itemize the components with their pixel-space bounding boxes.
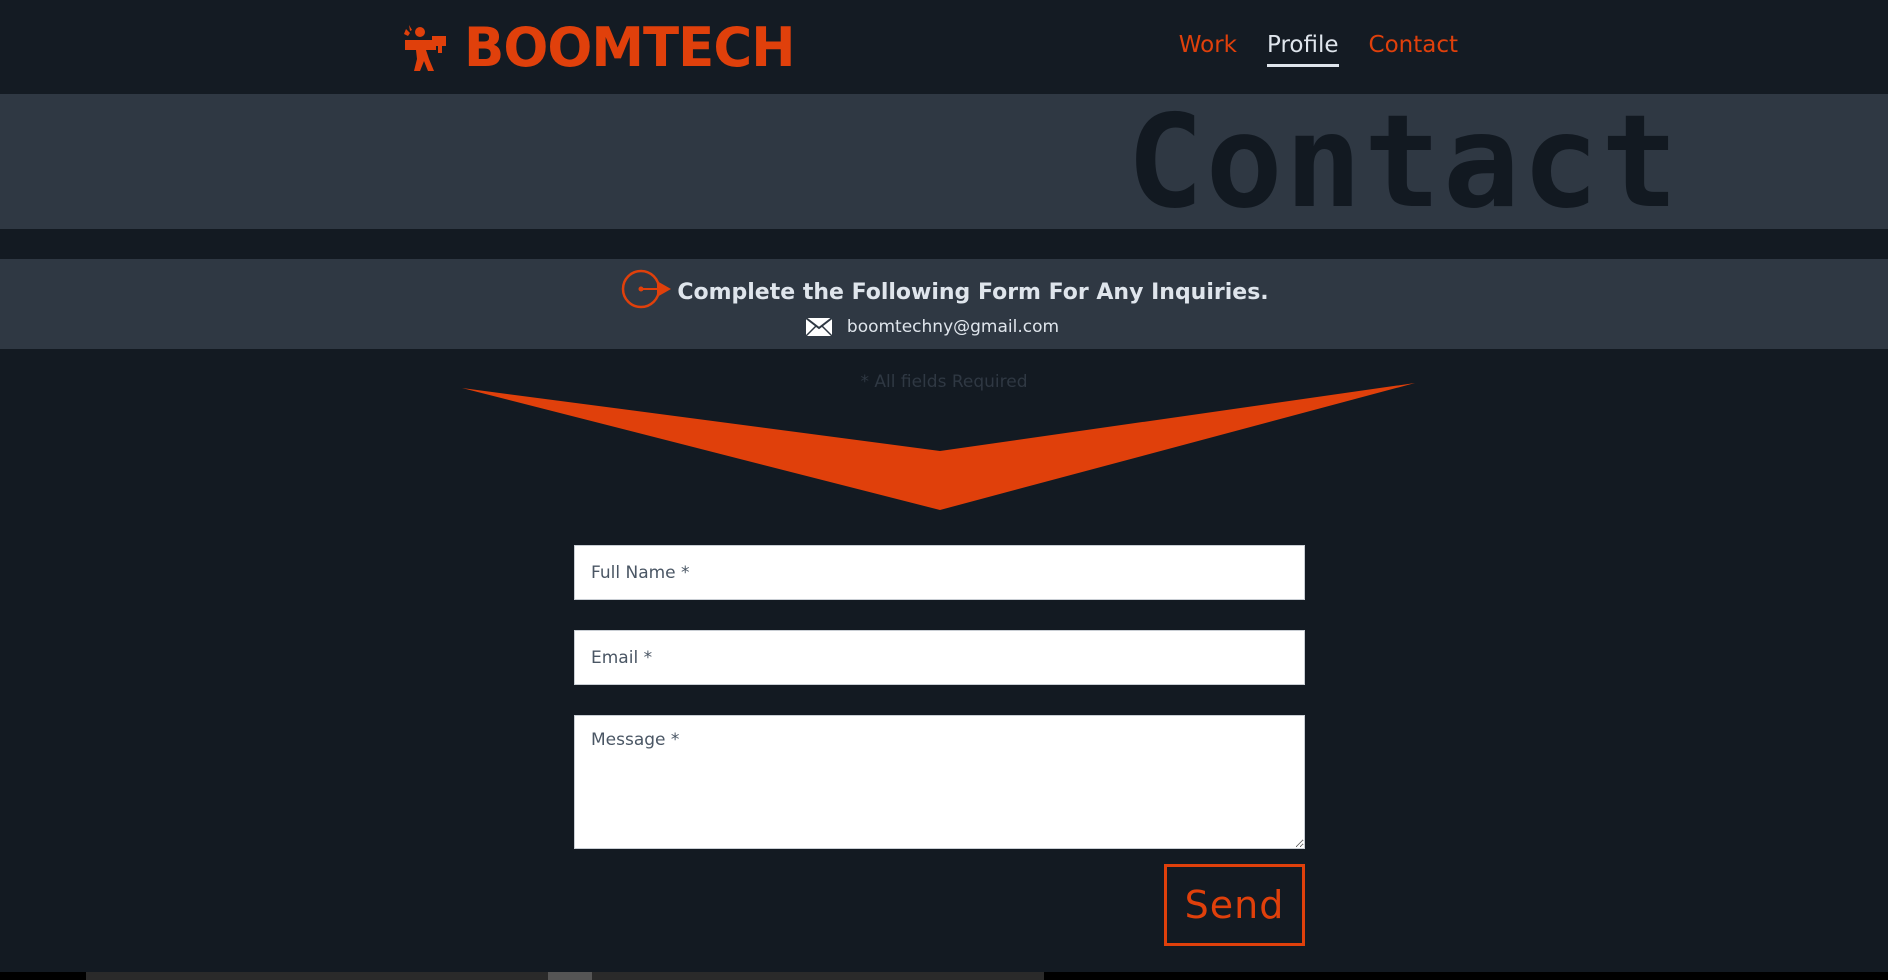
info-heading-row: Complete the Following Form For Any Inqu… xyxy=(0,267,1888,311)
nav-work[interactable]: Work xyxy=(1179,32,1237,67)
envelope-icon xyxy=(805,317,833,337)
horizontal-scrollbar-thumb[interactable] xyxy=(548,972,592,980)
brand-logo[interactable]: BOOMTECH xyxy=(402,20,801,76)
email-row: boomtechny@gmail.com xyxy=(0,317,1888,337)
nav-contact[interactable]: Contact xyxy=(1369,32,1458,67)
nav-profile[interactable]: Profile xyxy=(1267,32,1339,67)
contact-info-panel: Complete the Following Form For Any Inqu… xyxy=(0,259,1888,349)
send-button[interactable]: Send xyxy=(1164,864,1305,946)
top-navigation-bar xyxy=(0,0,1888,94)
main-nav: Work Profile Contact xyxy=(1179,32,1458,67)
page-title: Contact xyxy=(1126,94,1680,229)
target-arrow-icon xyxy=(622,269,672,309)
full-name-input[interactable] xyxy=(574,545,1305,600)
down-chevron-graphic xyxy=(462,383,1415,510)
email-input[interactable] xyxy=(574,630,1305,685)
soldier-with-bazooka-icon xyxy=(404,25,446,71)
brand-name: BOOMTECH xyxy=(464,16,796,79)
contact-email[interactable]: boomtechny@gmail.com xyxy=(847,317,1059,337)
message-textarea[interactable] xyxy=(574,715,1305,849)
info-heading: Complete the Following Form For Any Inqu… xyxy=(677,279,1269,305)
hero-banner: Contact xyxy=(0,94,1888,229)
